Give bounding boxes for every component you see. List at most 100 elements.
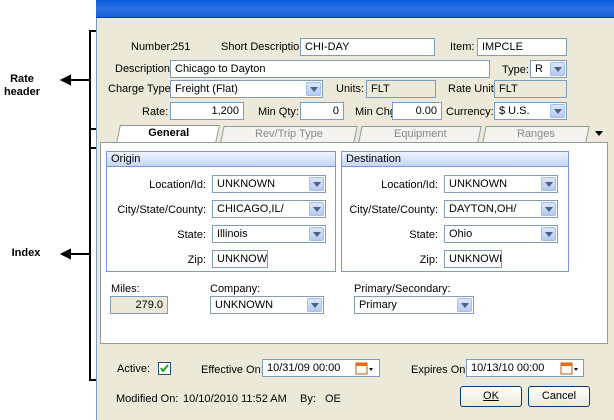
destination-state-select[interactable]: Ohio <box>444 225 558 243</box>
item-field[interactable]: IMPCLE <box>477 38 567 56</box>
currency-label: Currency: <box>446 106 494 118</box>
charge-type-value: Freight (Flat) <box>175 83 238 95</box>
dialog-titlebar <box>96 0 614 18</box>
description-field[interactable]: Chicago to Dayton <box>170 60 490 78</box>
modified-on-value: 10/10/2010 11:52 AM <box>183 393 287 405</box>
destination-state-value: Ohio <box>449 228 473 240</box>
tab-rev-trip-type[interactable]: Rev/Trip Type <box>220 126 358 142</box>
destination-title: Destination <box>342 152 568 167</box>
destination-zip-label: Zip: <box>419 254 438 266</box>
origin-city-value: CHICAGO,IL/ <box>217 203 284 215</box>
tab-overflow-chevron-icon[interactable] <box>594 130 604 138</box>
cancel-button[interactable]: Cancel <box>528 386 590 407</box>
origin-title: Origin <box>107 152 335 167</box>
miles-label: Miles: <box>111 283 140 295</box>
chevron-down-icon[interactable] <box>309 202 324 216</box>
type-value: R <box>535 63 543 75</box>
chevron-down-icon[interactable] <box>541 202 556 216</box>
expires-on-value: 10/13/10 00:00 <box>471 362 545 374</box>
charge-type-select[interactable]: Freight (Flat) <box>170 80 323 98</box>
modified-on-label: Modified On: <box>116 393 179 405</box>
company-label: Company: <box>210 283 261 295</box>
tab-equipment-label: Equipment <box>393 128 447 140</box>
charge-type-label: Charge Type: <box>108 83 174 95</box>
rate-unit-label: Rate Unit: <box>448 83 497 95</box>
currency-select[interactable]: $ U.S. <box>494 102 567 120</box>
active-checkbox[interactable] <box>158 362 171 375</box>
destination-city-value: DAYTON,OH/ <box>449 203 517 215</box>
item-label: Item: <box>450 41 475 53</box>
destination-city-select[interactable]: DAYTON,OH/ <box>444 200 558 218</box>
annotation-index-text: Index <box>11 247 41 259</box>
company-value: UNKNOWN <box>215 299 274 311</box>
origin-state-select[interactable]: Illinois <box>212 225 326 243</box>
annotation-brackets <box>59 30 98 381</box>
primary-secondary-label: Primary/Secondary: <box>354 283 451 295</box>
miles-field: 279.0 <box>110 296 168 314</box>
origin-location-select[interactable]: UNKNOWN <box>212 175 326 193</box>
short-description-label: Short Description: <box>221 41 309 53</box>
effective-on-value: 10/31/09 00:00 <box>267 362 341 374</box>
company-select[interactable]: UNKNOWN <box>210 296 324 314</box>
origin-zip-field[interactable]: UNKNOWN <box>212 250 268 268</box>
type-select[interactable]: R <box>530 60 567 78</box>
chevron-down-icon[interactable] <box>307 298 322 312</box>
origin-location-value: UNKNOWN <box>217 178 276 190</box>
tab-ranges-label: Ranges <box>517 128 555 140</box>
units-label: Units: <box>336 83 365 95</box>
chevron-down-icon[interactable] <box>550 104 565 118</box>
tab-ranges[interactable]: Ranges <box>482 126 590 142</box>
calendar-icon[interactable] <box>560 361 578 377</box>
chevron-down-icon[interactable] <box>457 298 472 312</box>
number-label: Number: <box>131 41 174 53</box>
rate-field[interactable]: 1,200 <box>170 102 244 120</box>
origin-city-select[interactable]: CHICAGO,IL/ <box>212 200 326 218</box>
chevron-down-icon[interactable] <box>309 177 324 191</box>
currency-value: $ U.S. <box>499 105 530 117</box>
destination-city-label: City/State/County: <box>349 204 438 216</box>
tab-equipment[interactable]: Equipment <box>358 126 482 142</box>
rate-unit-field: FLT <box>494 80 567 98</box>
annotation-rate-header-text: Rate header <box>3 73 41 98</box>
calendar-icon[interactable] <box>355 361 373 377</box>
chevron-down-icon[interactable] <box>306 82 321 96</box>
destination-location-label: Location/Id: <box>381 179 438 191</box>
destination-location-value: UNKNOWN <box>449 178 508 190</box>
by-label: By: <box>300 393 316 405</box>
min-qty-label: Min Qty: <box>258 106 299 118</box>
primary-secondary-value: Primary <box>359 299 397 311</box>
chevron-down-icon[interactable] <box>309 227 324 241</box>
cancel-button-label: Cancel <box>541 390 577 402</box>
annotation-rate-header: Rate header <box>0 73 44 99</box>
short-description-field[interactable]: CHI-DAY <box>300 38 435 56</box>
effective-on-label: Effective On: <box>201 364 264 376</box>
origin-state-label: State: <box>177 229 206 241</box>
rate-label: Rate: <box>142 106 169 118</box>
origin-city-label: City/State/County: <box>117 204 206 216</box>
origin-location-label: Location/Id: <box>149 179 206 191</box>
type-label: Type: <box>502 64 529 76</box>
active-label: Active: <box>117 363 151 375</box>
checkmark-icon <box>160 364 169 373</box>
by-value: OE <box>325 393 341 405</box>
expires-on-label: Expires On: <box>411 364 469 376</box>
min-qty-field[interactable]: 0 <box>300 102 344 120</box>
chevron-down-icon[interactable] <box>550 62 565 76</box>
origin-state-value: Illinois <box>217 228 248 240</box>
units-field: FLT <box>366 80 436 98</box>
destination-state-label: State: <box>409 229 438 241</box>
tab-rev-trip-type-label: Rev/Trip Type <box>255 128 323 140</box>
primary-secondary-select[interactable]: Primary <box>354 296 474 314</box>
destination-zip-field[interactable]: UNKNOWN <box>444 250 502 268</box>
chevron-down-icon[interactable] <box>541 227 556 241</box>
destination-location-select[interactable]: UNKNOWN <box>444 175 558 193</box>
tab-general-label: General <box>147 127 189 139</box>
tab-general[interactable]: General <box>116 125 220 143</box>
description-label: Description: <box>115 63 174 75</box>
origin-zip-label: Zip: <box>187 254 206 266</box>
ok-button-label: OK <box>483 390 499 402</box>
number-value: 251 <box>172 41 191 53</box>
chevron-down-icon[interactable] <box>541 177 556 191</box>
min-chg-field[interactable]: 0.00 <box>392 102 442 120</box>
ok-button[interactable]: OK <box>460 386 522 407</box>
